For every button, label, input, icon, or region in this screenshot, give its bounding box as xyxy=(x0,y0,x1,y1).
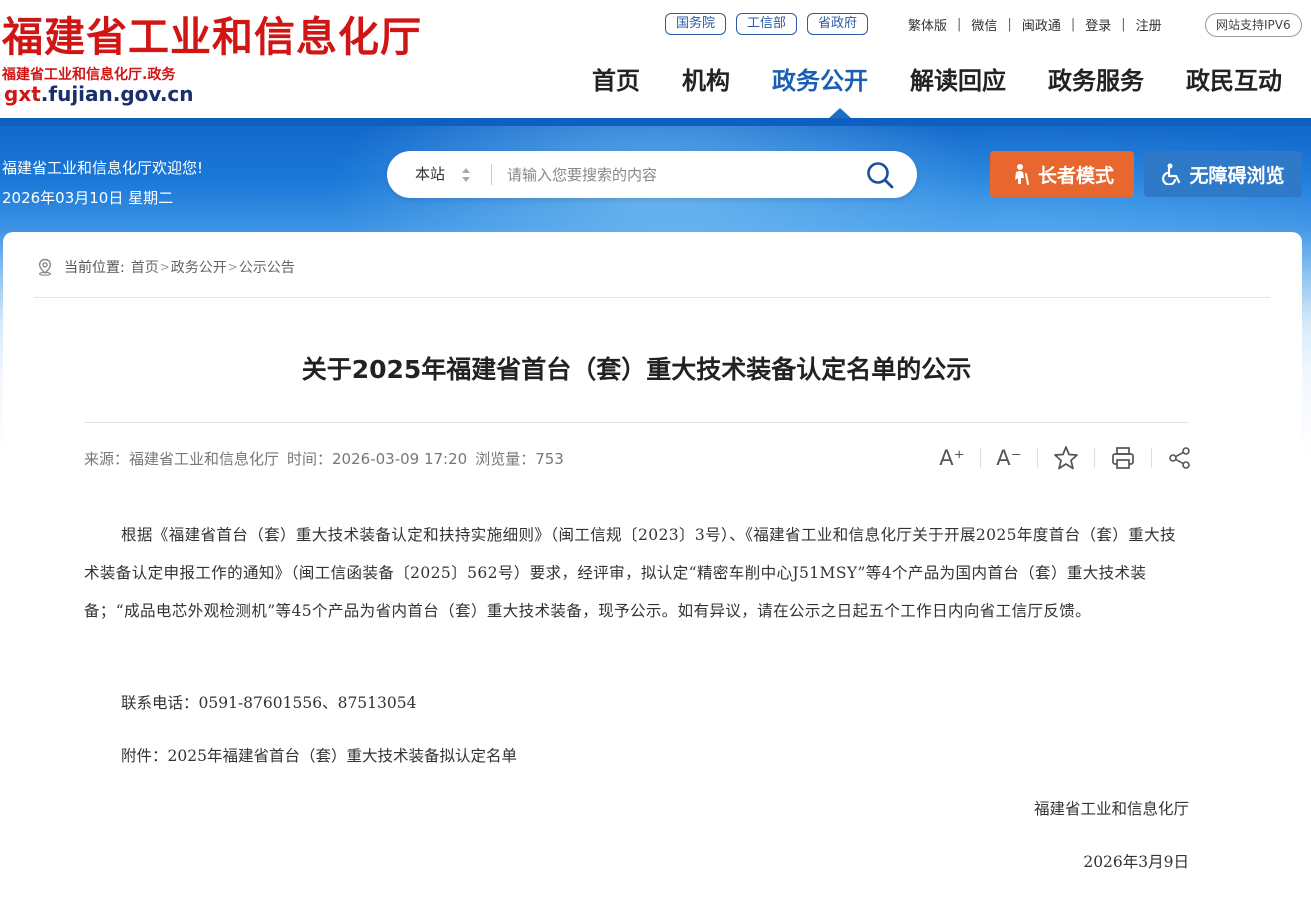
print-icon[interactable] xyxy=(1109,444,1137,472)
tool-separator xyxy=(1151,448,1152,468)
nav-government-affairs[interactable]: 政务公开 xyxy=(772,62,868,100)
search-scope-select[interactable]: 本站 xyxy=(415,151,445,198)
separator: | xyxy=(1121,17,1126,32)
banner-top-strip xyxy=(0,118,1311,126)
nav-organization[interactable]: 机构 xyxy=(682,62,730,100)
article-body: 根据《福建省首台（套）重大技术装备认定和扶持实施细则》（闽工信规〔2023〕3号… xyxy=(84,526,1176,620)
main-nav: 首页 机构 政务公开 解读回应 政务服务 政民互动 xyxy=(592,62,1282,100)
breadcrumb-government-affairs[interactable]: 政务公开 xyxy=(171,257,227,277)
site-logo-subtitle: 福建省工业和信息化厅.政务 xyxy=(2,67,176,83)
accessible-browse-label: 无障碍浏览 xyxy=(1189,164,1285,187)
breadcrumb: 当前位置: 首页 > 政务公开 > 公示公告 xyxy=(36,258,295,276)
article-attachment[interactable]: 附件：2025年福建省首台（套）重大技术装备拟认定名单 xyxy=(121,744,517,766)
search-icon[interactable] xyxy=(865,160,895,190)
site-logo-domain: gxt.fujian.gov.cn xyxy=(4,82,194,106)
domain-rest: .fujian.gov.cn xyxy=(40,82,194,106)
wheelchair-icon xyxy=(1162,163,1181,185)
breadcrumb-divider xyxy=(34,297,1270,298)
article-signer: 福建省工业和信息化厅 xyxy=(1033,800,1189,818)
article-contact: 联系电话：0591-87601556、87513054 xyxy=(121,694,417,712)
nav-home[interactable]: 首页 xyxy=(592,62,640,100)
welcome-text: 福建省工业和信息化厅欢迎您! xyxy=(2,159,204,177)
article-title: 关于2025年福建省首台（套）重大技术装备认定名单的公示 xyxy=(301,355,972,384)
font-decrease-icon[interactable]: A⁻ xyxy=(995,444,1023,472)
tool-separator xyxy=(1037,448,1038,468)
search-box: 本站 xyxy=(387,151,917,198)
separator: | xyxy=(957,17,962,32)
tool-separator xyxy=(1094,448,1095,468)
title-divider xyxy=(84,422,1189,423)
top-links: 繁体版 | 微信 | 闽政通 | 登录 | 注册 xyxy=(908,15,1162,34)
tool-separator xyxy=(980,448,981,468)
star-icon[interactable] xyxy=(1052,444,1080,472)
site-header: 福建省工业和信息化厅 福建省工业和信息化厅.政务 gxt.fujian.gov.… xyxy=(0,0,1311,118)
elder-mode-label: 长者模式 xyxy=(1037,164,1114,187)
nav-interpretation[interactable]: 解读回应 xyxy=(910,62,1006,100)
breadcrumb-home[interactable]: 首页 xyxy=(131,257,159,277)
breadcrumb-announcements[interactable]: 公示公告 xyxy=(239,257,295,277)
separator: | xyxy=(1070,17,1076,32)
gov-link-provincial-gov[interactable]: 省政府 xyxy=(807,13,869,35)
accessible-browse-button[interactable]: 无障碍浏览 xyxy=(1144,151,1302,197)
gov-links: 国务院 工信部 省政府 xyxy=(665,13,869,35)
minzhengtong-link[interactable]: 闽政通 xyxy=(1022,15,1061,34)
article-sign-date: 2026年3月9日 xyxy=(1083,853,1189,871)
gov-link-state-council[interactable]: 国务院 xyxy=(665,13,727,35)
search-divider xyxy=(491,164,492,185)
domain-prefix: gxt xyxy=(4,82,41,106)
font-increase-icon[interactable]: A⁺ xyxy=(938,444,966,472)
updown-arrows-icon xyxy=(462,168,470,182)
separator: | xyxy=(1007,17,1012,32)
wechat-link[interactable]: 微信 xyxy=(971,15,997,34)
article-views: 浏览量：753 xyxy=(475,450,564,468)
article-time: 时间：2026-03-09 17:20 xyxy=(287,450,468,468)
breadcrumb-separator: > xyxy=(227,260,238,274)
ipv6-badge: 网站支持IPV6 xyxy=(1205,13,1302,37)
active-nav-caret-icon xyxy=(829,108,851,118)
login-link[interactable]: 登录 xyxy=(1085,15,1111,34)
elder-mode-button[interactable]: 长者模式 xyxy=(990,151,1134,197)
article-meta: 来源：福建省工业和信息化厅 时间：2026-03-09 17:20 浏览量：75… xyxy=(84,448,572,469)
current-date: 2026年03月10日 星期二 xyxy=(2,189,174,207)
elder-icon xyxy=(1014,164,1029,185)
nav-interaction[interactable]: 政民互动 xyxy=(1186,62,1282,100)
location-pin-icon xyxy=(38,258,52,276)
breadcrumb-separator: > xyxy=(159,260,170,274)
register-link[interactable]: 注册 xyxy=(1136,15,1162,34)
article-source: 来源：福建省工业和信息化厅 xyxy=(84,450,280,468)
gov-link-miit[interactable]: 工信部 xyxy=(736,13,798,35)
traditional-chinese-link[interactable]: 繁体版 xyxy=(908,15,947,34)
share-icon[interactable] xyxy=(1166,444,1194,472)
site-logo-title[interactable]: 福建省工业和信息化厅 xyxy=(2,12,422,62)
breadcrumb-label: 当前位置: xyxy=(64,260,125,276)
article-tools: A⁺ A⁻ xyxy=(938,444,1194,472)
search-input[interactable] xyxy=(507,161,847,188)
nav-services[interactable]: 政务服务 xyxy=(1048,62,1144,100)
